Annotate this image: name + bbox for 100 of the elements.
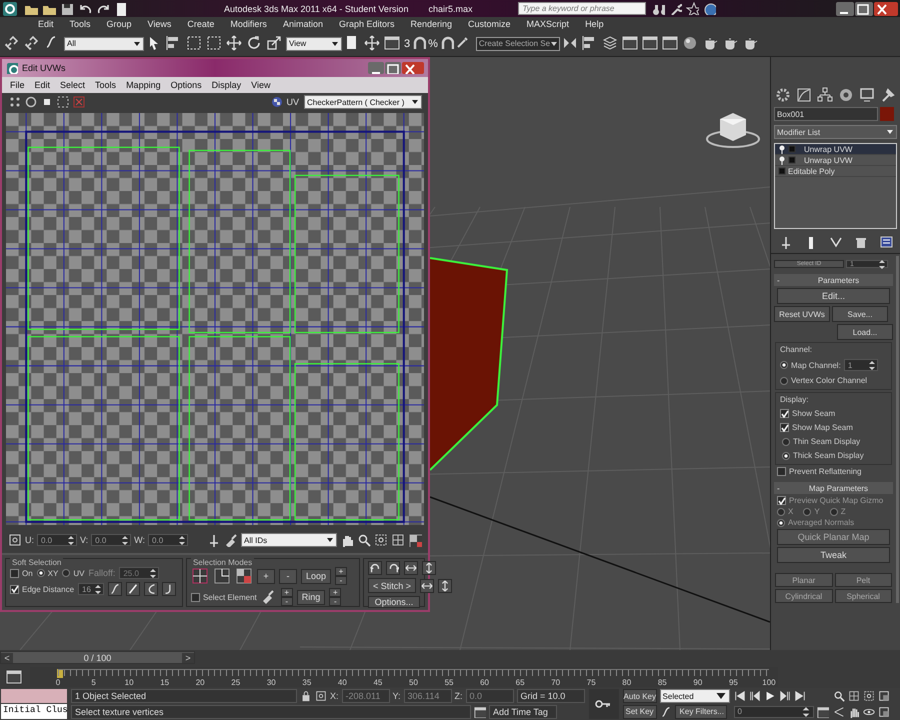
edit-button[interactable]: Edit... bbox=[777, 288, 890, 304]
display-tab-icon[interactable] bbox=[858, 87, 875, 103]
move-icon[interactable] bbox=[364, 34, 382, 52]
curve-icon[interactable] bbox=[108, 582, 122, 596]
bin-icon[interactable] bbox=[854, 235, 868, 249]
go-start-icon[interactable] bbox=[734, 690, 746, 702]
snap-toggle[interactable]: 3 bbox=[404, 38, 410, 50]
map-channel-field[interactable]: 1 bbox=[844, 359, 878, 371]
go-end-icon[interactable] bbox=[794, 690, 806, 702]
load-button[interactable]: Load... bbox=[837, 324, 893, 340]
projection-button[interactable]: Spherical bbox=[834, 589, 892, 603]
tweak-button[interactable]: Tweak bbox=[777, 547, 890, 563]
configure-icon[interactable] bbox=[878, 235, 892, 249]
quick-planar-map-button[interactable]: Quick Planar Map bbox=[777, 529, 890, 545]
arc-icon[interactable] bbox=[144, 582, 158, 596]
dashed-frame-icon[interactable] bbox=[56, 95, 70, 109]
grow-button[interactable]: + bbox=[256, 568, 275, 584]
menu-item[interactable]: Display bbox=[212, 80, 242, 90]
modifier-list-dropdown[interactable]: Modifier List bbox=[774, 125, 897, 139]
checkbox[interactable] bbox=[777, 496, 786, 505]
script-listener-field[interactable] bbox=[1, 689, 67, 703]
set-key-button[interactable]: Set Key bbox=[622, 704, 657, 719]
window-icon[interactable] bbox=[384, 34, 402, 52]
viewport[interactable] bbox=[0, 57, 770, 650]
next-frame-icon[interactable] bbox=[778, 690, 791, 702]
step-button[interactable]: - bbox=[329, 597, 342, 606]
zoom-icon[interactable] bbox=[832, 690, 845, 702]
hierarchy-icon[interactable] bbox=[817, 87, 834, 103]
time-tag-button[interactable]: Add Time Tag bbox=[489, 704, 557, 719]
curve-icon[interactable] bbox=[660, 706, 672, 718]
menu-item[interactable]: View bbox=[251, 80, 270, 90]
box-drawing[interactable] bbox=[429, 257, 508, 471]
radio-button[interactable] bbox=[62, 569, 70, 577]
maximize-icon[interactable] bbox=[855, 2, 873, 16]
projection-button[interactable]: Pelt bbox=[834, 573, 892, 587]
key-filters-button[interactable]: Key Filters... bbox=[674, 704, 727, 719]
menu-item[interactable]: Edit bbox=[34, 80, 50, 90]
menu-item[interactable]: Group bbox=[106, 19, 132, 29]
step-button[interactable]: + bbox=[329, 588, 342, 597]
radio-button[interactable] bbox=[780, 361, 788, 369]
reset-uvws-button[interactable]: Reset UVWs bbox=[774, 306, 830, 322]
rotate-right-icon[interactable] bbox=[386, 561, 400, 575]
radio-button[interactable] bbox=[782, 438, 790, 446]
radio-button[interactable] bbox=[36, 569, 45, 577]
zoom-region-icon[interactable] bbox=[862, 690, 875, 702]
curve-tab-icon[interactable] bbox=[796, 87, 812, 103]
selection-filter-dropdown[interactable]: All bbox=[64, 36, 144, 50]
coordinate-field[interactable]: 0.0 bbox=[466, 689, 514, 704]
maximize-viewport-icon[interactable] bbox=[878, 706, 890, 718]
hook-icon[interactable] bbox=[162, 582, 176, 596]
menu-item[interactable]: Edit bbox=[38, 19, 54, 29]
line-icon[interactable] bbox=[126, 582, 140, 596]
checkbox[interactable] bbox=[190, 592, 200, 602]
star-icon[interactable] bbox=[686, 2, 700, 15]
step-button[interactable]: + bbox=[280, 588, 293, 597]
menu-item[interactable]: MAXScript bbox=[526, 19, 570, 29]
radio-button[interactable] bbox=[777, 508, 785, 516]
zoom-region-icon[interactable] bbox=[374, 533, 388, 547]
face-mode-icon[interactable] bbox=[234, 567, 253, 585]
coordinate-field[interactable]: 0.0 bbox=[148, 534, 188, 546]
coordinate-field[interactable]: -208.011 bbox=[342, 689, 390, 704]
key-mode-dropdown[interactable]: Selected bbox=[660, 689, 730, 704]
previous-frame-button[interactable]: < bbox=[1, 652, 13, 662]
auto-key-button[interactable]: Auto Key bbox=[622, 689, 657, 704]
menu-item[interactable]: Select bbox=[60, 80, 86, 90]
checkbox[interactable] bbox=[777, 467, 786, 476]
close-icon[interactable] bbox=[874, 2, 898, 16]
dots-icon[interactable] bbox=[8, 95, 22, 109]
modifier-item[interactable]: Editable Poly bbox=[775, 166, 896, 177]
rollout-header[interactable]: - Parameters bbox=[774, 274, 893, 286]
checkbox[interactable] bbox=[10, 568, 19, 578]
target-icon[interactable] bbox=[315, 690, 327, 702]
stitch-button[interactable]: < Stitch > bbox=[368, 578, 416, 593]
zoom-icon[interactable] bbox=[357, 533, 371, 547]
menu-item[interactable]: Graph Editors bbox=[338, 19, 394, 29]
checker-map-drawing[interactable] bbox=[6, 113, 424, 525]
minimize-icon[interactable] bbox=[836, 2, 854, 16]
magnet-icon[interactable] bbox=[440, 36, 454, 52]
page-icon[interactable] bbox=[114, 2, 128, 16]
lock-icon[interactable] bbox=[300, 690, 312, 702]
menu-item[interactable]: Tools bbox=[95, 80, 116, 90]
window-icon[interactable] bbox=[6, 668, 22, 684]
vertex-mode-icon[interactable] bbox=[190, 567, 209, 585]
save-button[interactable]: Save... bbox=[832, 306, 888, 322]
script-field[interactable]: Initial Clus bbox=[1, 704, 67, 719]
window-icon[interactable] bbox=[474, 706, 486, 718]
window-icon[interactable] bbox=[622, 34, 640, 52]
grid-icon[interactable] bbox=[391, 533, 405, 547]
next-frame-button[interactable]: > bbox=[182, 652, 194, 662]
radio-button[interactable] bbox=[782, 452, 790, 460]
field-of-view-icon[interactable] bbox=[832, 706, 845, 718]
edge-mode-icon[interactable] bbox=[212, 567, 231, 585]
ring-button[interactable]: Ring bbox=[296, 590, 326, 604]
options-button[interactable]: Options... bbox=[368, 596, 420, 608]
menu-item[interactable]: Options bbox=[170, 80, 202, 90]
radio-button[interactable] bbox=[780, 376, 788, 384]
window-icon[interactable] bbox=[662, 34, 680, 52]
checker-sphere-icon[interactable] bbox=[270, 95, 284, 109]
named-selection-dropdown[interactable]: Create Selection Se bbox=[476, 36, 560, 50]
modifier-item[interactable]: Unwrap UVW bbox=[775, 144, 896, 155]
